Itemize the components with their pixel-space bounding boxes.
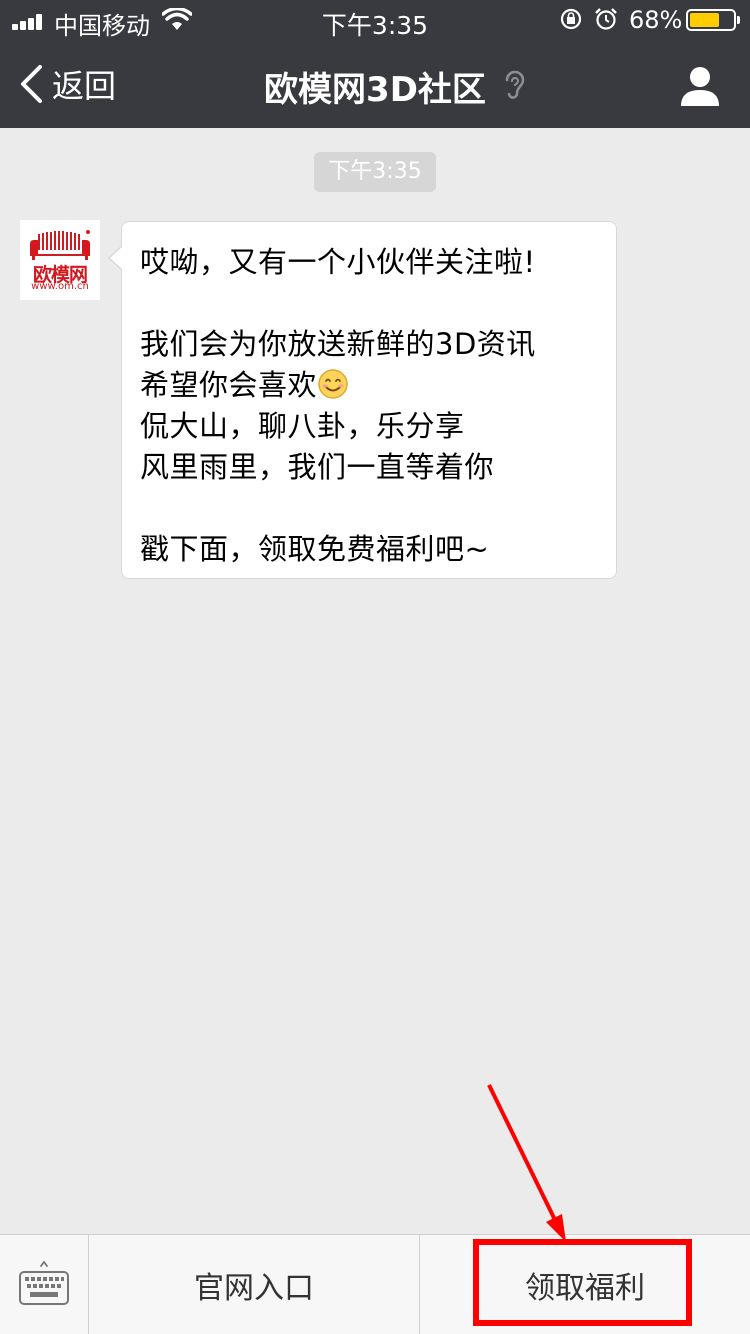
smile-emoji-icon bbox=[318, 369, 348, 399]
message-timestamp: 下午3:35 bbox=[314, 152, 436, 192]
profile-icon[interactable] bbox=[676, 62, 724, 110]
sofa-logo-icon bbox=[30, 230, 90, 260]
avatar-url-text: www.om.cn bbox=[31, 281, 89, 292]
message-line: 侃大山，聊八卦，乐分享 bbox=[140, 409, 465, 443]
keyboard-toggle-button[interactable] bbox=[0, 1235, 89, 1334]
top-bar: 中国移动 下午3:35 68% 返回 欧模网3D社区 bbox=[0, 0, 750, 128]
menu-website-entry-button[interactable]: 官网入口 bbox=[89, 1235, 420, 1334]
message-line: 戳下面，领取免费福利吧~ bbox=[140, 532, 490, 566]
keyboard-icon bbox=[19, 1260, 69, 1305]
annotation-highlight-box bbox=[473, 1239, 692, 1326]
nav-bar: 返回 欧模网3D社区 bbox=[0, 40, 750, 128]
avatar[interactable]: 欧模网 www.om.cn bbox=[20, 220, 100, 300]
message-line: 哎呦，又有一个小伙伴关注啦! bbox=[140, 245, 536, 279]
battery-icon bbox=[686, 9, 740, 31]
annotation-arrow bbox=[487, 1084, 566, 1242]
battery-level bbox=[690, 13, 719, 27]
message-line-with-emoji: 希望你会喜欢 bbox=[140, 365, 598, 406]
message-line-text: 希望你会喜欢 bbox=[140, 368, 318, 402]
message-line: 我们会为你放送新鲜的3D资讯 bbox=[140, 327, 536, 361]
message-line: 风里雨里，我们一直等着你 bbox=[140, 450, 495, 484]
bubble-tail-fill bbox=[110, 246, 123, 270]
page-title: 欧模网3D社区 bbox=[264, 70, 486, 110]
battery-percent: 68% bbox=[629, 6, 683, 34]
ear-icon bbox=[505, 70, 525, 99]
status-bar: 中国移动 下午3:35 68% bbox=[0, 0, 750, 40]
alarm-icon bbox=[595, 8, 617, 30]
message-bubble: 哎呦，又有一个小伙伴关注啦! 我们会为你放送新鲜的3D资讯 希望你会喜欢 侃大山… bbox=[121, 221, 617, 579]
rotation-lock-icon bbox=[560, 8, 582, 30]
